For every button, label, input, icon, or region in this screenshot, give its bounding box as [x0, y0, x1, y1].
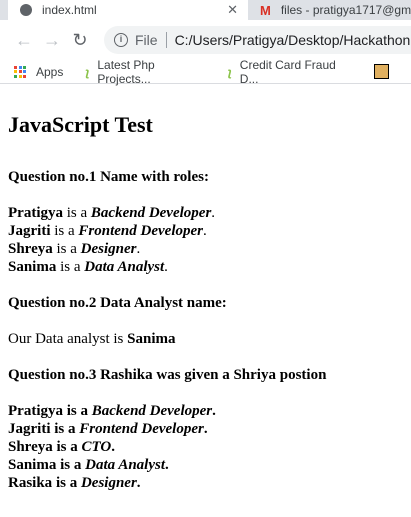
bookmark-credit-card[interactable]: ʅ Credit Card Fraud D...: [228, 58, 352, 86]
q2-text: Our Data analyst is: [8, 331, 128, 347]
bookmarks-bar: Apps ʅ Latest Php Projects... ʅ Credit C…: [0, 58, 411, 86]
bookmark-label: Credit Card Fraud D...: [239, 57, 336, 86]
role-line-mid: is a: [56, 457, 86, 473]
tab-bar: index.html ✕ M files - pratigya1717@gm: [0, 0, 411, 20]
role-line-end: .: [203, 421, 208, 437]
url-text[interactable]: C:/Users/Pratigya/Desktop/Hackathon: [175, 32, 411, 48]
tab-index[interactable]: index.html ✕: [8, 0, 248, 20]
bookmark-label: Latest Php Projects...: [97, 57, 155, 86]
tab-title: files - pratigya1717@gm: [280, 3, 411, 17]
q2-heading: Question no.2 Data Analyst name:: [8, 295, 227, 311]
tab-gmail[interactable]: M files - pratigya1717@gm: [250, 0, 411, 20]
role-line-role: Designer: [80, 475, 137, 491]
role-line-mid: is a: [52, 439, 82, 455]
reload-icon[interactable]: ↻: [66, 30, 94, 51]
role-line-end: .: [136, 241, 141, 257]
gmail-icon: M: [260, 2, 271, 18]
role-line-role: Backend Developer: [91, 403, 213, 419]
back-icon[interactable]: ←: [10, 30, 38, 51]
role-line-name: Jagriti: [8, 223, 51, 239]
role-line-mid: is a: [50, 421, 80, 437]
role-line-role: Data Analyst: [85, 457, 165, 473]
q1-answers: Pratigya is a Backend Developer. Jagriti …: [8, 204, 403, 276]
address-bar[interactable]: i File C:/Users/Pratigya/Desktop/Hackath…: [104, 26, 411, 54]
bookmark-apps[interactable]: Apps: [14, 65, 63, 79]
bookmark-php-projects[interactable]: ʅ Latest Php Projects...: [85, 58, 205, 86]
role-line-name: Sanima: [8, 259, 57, 275]
scheme-label: File: [135, 32, 158, 48]
info-icon[interactable]: i: [114, 33, 128, 47]
apps-grid-icon: [14, 65, 26, 78]
role-line-role: Data Analyst: [84, 259, 165, 275]
role-line: Pratigya is a Backend Developer.: [8, 402, 403, 420]
q2-answer: Our Data analyst is Sanima: [8, 330, 403, 348]
leaf-icon: ʅ: [85, 64, 90, 79]
role-line-end: .: [203, 223, 207, 239]
role-line: Sanima is a Data Analyst.: [8, 258, 403, 276]
role-line-role: Backend Developer: [90, 205, 212, 221]
role-line-mid: is a: [50, 223, 79, 239]
role-line-end: .: [165, 457, 169, 473]
q3-heading: Question no.3 Rashika was given a Shriya…: [8, 367, 327, 383]
role-line-end: .: [111, 439, 115, 455]
page-content: JavaScript Test Question no.1 Name with …: [0, 112, 411, 492]
role-line-end: .: [212, 403, 216, 419]
divider: [165, 32, 167, 48]
role-line-name: Pratigya: [8, 205, 63, 221]
q2-name: Sanima: [127, 331, 176, 347]
tab-title: index.html: [42, 3, 97, 17]
close-tab-icon[interactable]: ✕: [227, 2, 238, 18]
role-line-role: Designer: [80, 241, 137, 257]
role-line-role: Frontend Developer: [78, 223, 203, 239]
forward-icon[interactable]: →: [38, 30, 66, 51]
page-title: JavaScript Test: [8, 112, 153, 137]
role-line-mid: is a: [52, 241, 81, 257]
role-line: Pratigya is a Backend Developer.: [8, 204, 403, 222]
bookmark-favicon-icon: [374, 64, 389, 79]
bookmark-extra[interactable]: [374, 64, 389, 79]
globe-icon: [20, 4, 32, 16]
leaf-icon: ʅ: [227, 64, 232, 79]
role-line: Jagriti is a Frontend Developer.: [8, 222, 403, 240]
role-line-name: Rasika: [8, 475, 53, 491]
role-line-role: Frontend Developer: [79, 421, 204, 437]
role-line-mid: is a: [62, 403, 92, 419]
role-line-end: .: [211, 205, 216, 221]
role-line-name: Shreya: [8, 241, 53, 257]
role-line-end: .: [136, 475, 141, 491]
bookmark-label: Apps: [36, 64, 64, 79]
toolbar: ← → ↻ i File C:/Users/Pratigya/Desktop/H…: [0, 20, 411, 60]
role-line-mid: is a: [62, 205, 91, 221]
role-line: Shreya is a CTO.: [8, 438, 403, 456]
role-line: Jagriti is a Frontend Developer.: [8, 420, 403, 438]
role-line-name: Shreya: [8, 439, 53, 455]
role-line-mid: is a: [56, 259, 85, 275]
role-line: Rasika is a Designer.: [8, 474, 403, 492]
role-line-end: .: [164, 259, 168, 275]
role-line-role: CTO: [81, 439, 112, 455]
role-line-name: Jagriti: [8, 421, 51, 437]
q1-heading: Question no.1 Name with roles:: [8, 169, 209, 185]
role-line-name: Pratigya: [8, 403, 63, 419]
role-line: Sanima is a Data Analyst.: [8, 456, 403, 474]
role-line: Shreya is a Designer.: [8, 240, 403, 258]
role-line-name: Sanima: [8, 457, 57, 473]
role-line-mid: is a: [52, 475, 81, 491]
q3-answers: Pratigya is a Backend Developer. Jagriti …: [8, 402, 403, 492]
